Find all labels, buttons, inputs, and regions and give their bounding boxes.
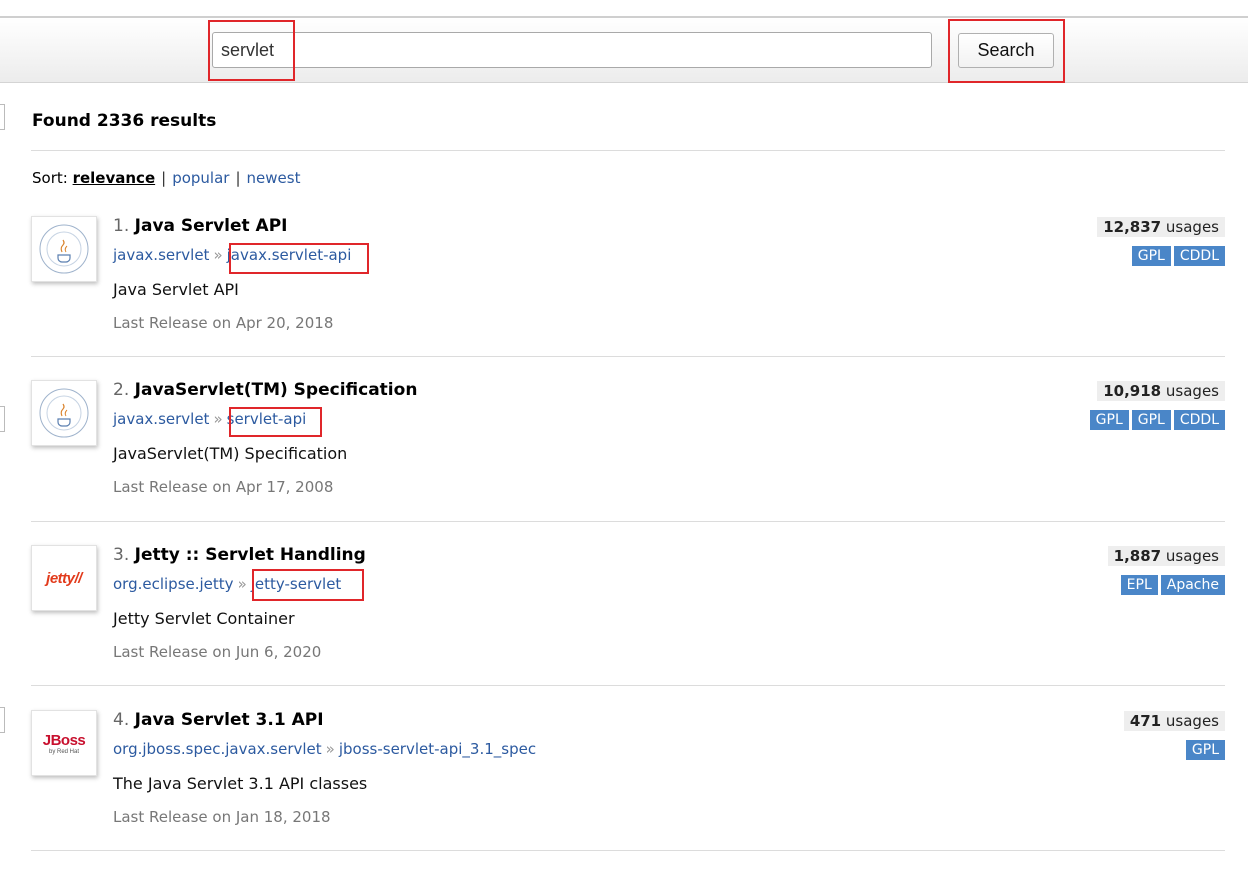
result-title[interactable]: 4. Java Servlet 3.1 API [113, 710, 324, 730]
usages-badge: 10,918 usages [1097, 381, 1225, 401]
result-description: Java Servlet API [113, 280, 239, 299]
license-badges: EPL Apache [1120, 575, 1225, 595]
result-description: Jetty Servlet Container [113, 609, 295, 628]
result-coordinates: javax.servlet» javax.servlet-api [113, 246, 352, 264]
group-link[interactable]: org.eclipse.jetty [113, 575, 234, 593]
group-link[interactable]: org.jboss.spec.javax.servlet [113, 740, 322, 758]
artifact-link[interactable]: servlet-api [227, 410, 307, 428]
divider [31, 150, 1225, 151]
side-tab[interactable] [0, 406, 5, 432]
sort-relevance[interactable]: relevance [73, 169, 156, 187]
license-badge: GPL [1185, 740, 1225, 760]
group-link[interactable]: javax.servlet [113, 246, 209, 264]
result-title[interactable]: 3. Jetty :: Servlet Handling [113, 545, 366, 565]
jboss-logo[interactable]: JBoss by Red Hat [31, 710, 97, 776]
license-badges: GPL CDDL [1131, 246, 1225, 266]
side-tab[interactable] [0, 707, 5, 733]
license-badge: GPL [1089, 410, 1129, 430]
sort-popular[interactable]: popular [172, 169, 229, 187]
usages-badge: 1,887 usages [1107, 546, 1225, 566]
divider [31, 850, 1225, 851]
license-badge: CDDL [1173, 246, 1225, 266]
result-title[interactable]: 1. Java Servlet API [113, 216, 288, 236]
result-coordinates: javax.servlet» servlet-api [113, 410, 307, 428]
jetty-logo[interactable]: jetty// [31, 545, 97, 611]
license-badges: GPL GPL CDDL [1089, 410, 1225, 430]
search-button[interactable]: Search [958, 33, 1054, 68]
license-badge: GPL [1131, 246, 1171, 266]
side-tab[interactable] [0, 104, 5, 130]
group-link[interactable]: javax.servlet [113, 410, 209, 428]
license-badge: CDDL [1173, 410, 1225, 430]
result-item: 1. Java Servlet API javax.servlet» javax.… [31, 216, 1225, 376]
artifact-link[interactable]: javax.servlet-api [227, 246, 352, 264]
java-community-process-logo[interactable] [31, 380, 97, 446]
result-coordinates: org.jboss.spec.javax.servlet» jboss-servl… [113, 740, 537, 758]
java-community-process-logo[interactable] [31, 216, 97, 282]
license-badge: EPL [1120, 575, 1158, 595]
result-release-date: Last Release on Jan 18, 2018 [113, 808, 331, 826]
license-badge: GPL [1131, 410, 1171, 430]
result-item: 2. JavaServlet(TM) Specification javax.s… [31, 380, 1225, 540]
search-input[interactable] [212, 32, 932, 68]
artifact-link[interactable]: jetty-servlet [251, 575, 342, 593]
result-description: JavaServlet(TM) Specification [113, 444, 348, 463]
divider [31, 356, 1225, 357]
license-badges: GPL [1185, 740, 1225, 760]
result-release-date: Last Release on Apr 17, 2008 [113, 478, 334, 496]
divider [31, 521, 1225, 522]
browser-top-strip [0, 0, 1248, 16]
result-item: jetty// 3. Jetty :: Servlet Handling org… [31, 545, 1225, 705]
sort-label: Sort: [32, 169, 68, 187]
sort-newest[interactable]: newest [247, 169, 301, 187]
license-badge: Apache [1160, 575, 1225, 595]
result-coordinates: org.eclipse.jetty» jetty-servlet [113, 575, 342, 593]
usages-badge: 471 usages [1123, 711, 1225, 731]
artifact-link[interactable]: jboss-servlet-api_3.1_spec [339, 740, 536, 758]
usages-badge: 12,837 usages [1097, 217, 1225, 237]
result-title[interactable]: 2. JavaServlet(TM) Specification [113, 380, 417, 400]
divider [31, 685, 1225, 686]
result-description: The Java Servlet 3.1 API classes [113, 774, 368, 793]
result-release-date: Last Release on Apr 20, 2018 [113, 314, 334, 332]
result-item: JBoss by Red Hat 4. Java Servlet 3.1 API… [31, 710, 1225, 870]
result-release-date: Last Release on Jun 6, 2020 [113, 643, 322, 661]
sort-bar: Sort: relevance | popular | newest [32, 169, 301, 187]
results-count: Found 2336 results [32, 111, 217, 131]
